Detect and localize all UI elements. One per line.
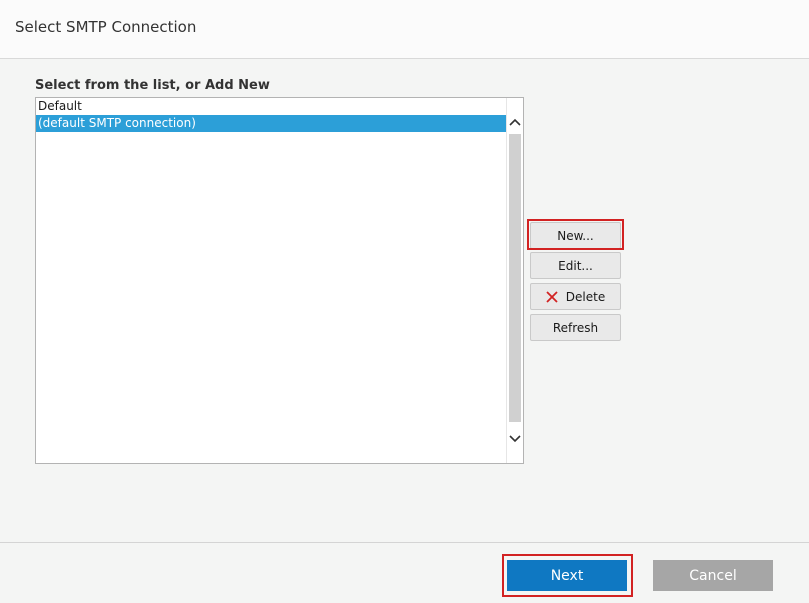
chevron-down-icon <box>509 435 521 443</box>
scroll-thumb[interactable] <box>509 134 521 422</box>
list-label: Select from the list, or Add New <box>35 78 270 93</box>
delete-button[interactable]: Delete <box>530 283 621 310</box>
list-scrollbar[interactable] <box>506 98 523 463</box>
delete-button-label: Delete <box>565 289 606 304</box>
scroll-down-button[interactable] <box>507 429 523 449</box>
smtp-connection-list[interactable]: Default (default SMTP connection) <box>35 97 524 464</box>
dialog-header: Select SMTP Connection <box>0 0 809 59</box>
close-x-icon <box>546 290 558 303</box>
dialog-title: Select SMTP Connection <box>15 18 197 36</box>
next-button[interactable]: Next <box>507 560 627 591</box>
edit-button[interactable]: Edit... <box>530 252 621 279</box>
refresh-button[interactable]: Refresh <box>530 314 621 341</box>
list-item-default[interactable]: Default <box>36 98 507 115</box>
scroll-up-button[interactable] <box>507 112 523 132</box>
cancel-button[interactable]: Cancel <box>653 560 773 591</box>
list-item-default-smtp-connection[interactable]: (default SMTP connection) <box>36 115 507 132</box>
list-items: Default (default SMTP connection) <box>36 98 507 132</box>
smtp-dialog: Select SMTP Connection Select from the l… <box>0 0 809 603</box>
new-button[interactable]: New... <box>530 222 621 249</box>
chevron-up-icon <box>509 118 521 126</box>
